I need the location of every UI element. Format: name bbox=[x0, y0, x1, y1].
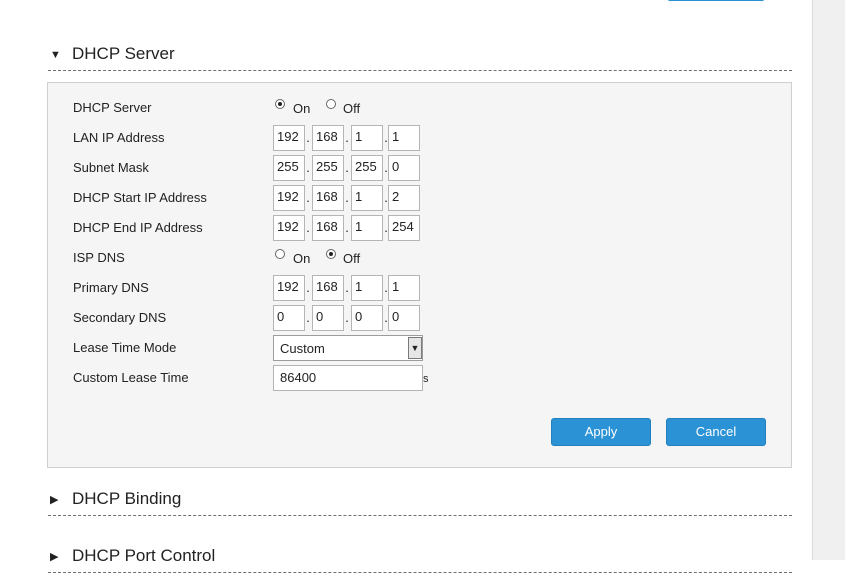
field-label: DHCP Start IP Address bbox=[73, 190, 207, 205]
secondary-dns-octet-1[interactable]: 0 bbox=[273, 305, 305, 331]
primary-dns-octet-3[interactable]: 1 bbox=[351, 275, 383, 301]
row-dhcp-server: DHCP Server On Off bbox=[48, 93, 791, 123]
ip-separator: . bbox=[306, 130, 310, 145]
isp-dns-off-radio[interactable] bbox=[326, 249, 336, 259]
dhcp-server-on-radio[interactable] bbox=[275, 99, 285, 109]
lan-ip-octet-1[interactable]: 192 bbox=[273, 125, 305, 151]
field-label: Subnet Mask bbox=[73, 160, 149, 175]
subnet-mask-octet-3[interactable]: 255 bbox=[351, 155, 383, 181]
lease-time-unit: s bbox=[423, 373, 429, 385]
secondary-dns-octet-3[interactable]: 0 bbox=[351, 305, 383, 331]
row-primary-dns: Primary DNS 192 . 168 . 1 . 1 bbox=[48, 273, 791, 303]
ip-separator: . bbox=[345, 220, 349, 235]
primary-dns-octet-2[interactable]: 168 bbox=[312, 275, 344, 301]
ip-separator: . bbox=[345, 130, 349, 145]
field-label: Lease Time Mode bbox=[73, 340, 177, 355]
row-dhcp-end-ip: DHCP End IP Address 192 . 168 . 1 . 254 bbox=[48, 213, 791, 243]
subnet-mask-octet-1[interactable]: 255 bbox=[273, 155, 305, 181]
radio-label-off: Off bbox=[343, 101, 361, 116]
ip-separator: . bbox=[306, 160, 310, 175]
isp-dns-on-radio[interactable] bbox=[275, 249, 285, 259]
apply-button[interactable]: Apply bbox=[551, 418, 651, 446]
lan-ip-octet-4[interactable]: 1 bbox=[388, 125, 420, 151]
end-ip-octet-2[interactable]: 168 bbox=[312, 215, 344, 241]
ip-separator: . bbox=[306, 220, 310, 235]
ip-separator: . bbox=[306, 310, 310, 325]
field-label: DHCP Server bbox=[73, 100, 152, 115]
top-action-button[interactable] bbox=[667, 0, 765, 1]
row-secondary-dns: Secondary DNS 0 . 0 . 0 . 0 bbox=[48, 303, 791, 333]
field-label: Primary DNS bbox=[73, 280, 149, 295]
section-title: DHCP Server bbox=[72, 44, 175, 63]
end-ip-octet-1[interactable]: 192 bbox=[273, 215, 305, 241]
ip-separator: . bbox=[345, 310, 349, 325]
secondary-dns-octet-2[interactable]: 0 bbox=[312, 305, 344, 331]
lan-ip-octet-3[interactable]: 1 bbox=[351, 125, 383, 151]
radio-label-on: On bbox=[293, 101, 311, 116]
start-ip-octet-4[interactable]: 2 bbox=[388, 185, 420, 211]
field-label: Custom Lease Time bbox=[73, 370, 189, 385]
row-lease-time-mode: Lease Time Mode Custom ▼ bbox=[48, 333, 791, 363]
secondary-dns-octet-4[interactable]: 0 bbox=[388, 305, 420, 331]
end-ip-octet-4[interactable]: 254 bbox=[388, 215, 420, 241]
field-label: LAN IP Address bbox=[73, 130, 165, 145]
row-dhcp-start-ip: DHCP Start IP Address 192 . 168 . 1 . 2 bbox=[48, 183, 791, 213]
ip-separator: . bbox=[345, 280, 349, 295]
dhcp-server-off-radio[interactable] bbox=[326, 99, 336, 109]
dhcp-server-panel: DHCP Server On Off LAN IP Address 192 . … bbox=[47, 82, 792, 468]
vertical-scrollbar[interactable] bbox=[812, 0, 845, 560]
row-lan-ip-address: LAN IP Address 192 . 168 . 1 . 1 bbox=[48, 123, 791, 153]
chevron-down-icon[interactable]: ▼ bbox=[408, 337, 422, 359]
primary-dns-octet-1[interactable]: 192 bbox=[273, 275, 305, 301]
start-ip-octet-3[interactable]: 1 bbox=[351, 185, 383, 211]
row-subnet-mask: Subnet Mask 255 . 255 . 255 . 0 bbox=[48, 153, 791, 183]
start-ip-octet-2[interactable]: 168 bbox=[312, 185, 344, 211]
custom-lease-time-input[interactable]: 86400 bbox=[273, 365, 423, 391]
field-label: DHCP End IP Address bbox=[73, 220, 203, 235]
start-ip-octet-1[interactable]: 192 bbox=[273, 185, 305, 211]
section-header-dhcp-port-control[interactable]: ▶ DHCP Port Control bbox=[48, 542, 792, 573]
ip-separator: . bbox=[306, 190, 310, 205]
triangle-right-icon: ▶ bbox=[50, 551, 59, 563]
subnet-mask-octet-2[interactable]: 255 bbox=[312, 155, 344, 181]
section-header-dhcp-binding[interactable]: ▶ DHCP Binding bbox=[48, 485, 792, 516]
section-title: DHCP Binding bbox=[72, 489, 182, 508]
subnet-mask-octet-4[interactable]: 0 bbox=[388, 155, 420, 181]
select-value: Custom bbox=[280, 341, 325, 356]
row-custom-lease-time: Custom Lease Time 86400 s bbox=[48, 363, 791, 393]
lease-time-mode-select[interactable]: Custom ▼ bbox=[273, 335, 423, 361]
triangle-right-icon: ▶ bbox=[50, 494, 59, 506]
ip-separator: . bbox=[345, 190, 349, 205]
end-ip-octet-3[interactable]: 1 bbox=[351, 215, 383, 241]
lan-ip-octet-2[interactable]: 168 bbox=[312, 125, 344, 151]
row-isp-dns: ISP DNS On Off bbox=[48, 243, 791, 273]
section-header-dhcp-server[interactable]: ▼ DHCP Server bbox=[48, 40, 792, 71]
ip-separator: . bbox=[345, 160, 349, 175]
radio-label-off: Off bbox=[343, 251, 361, 266]
section-title: DHCP Port Control bbox=[72, 546, 216, 565]
field-label: ISP DNS bbox=[73, 250, 125, 265]
triangle-down-icon: ▼ bbox=[50, 49, 61, 61]
field-label: Secondary DNS bbox=[73, 310, 167, 325]
primary-dns-octet-4[interactable]: 1 bbox=[388, 275, 420, 301]
radio-label-on: On bbox=[293, 251, 311, 266]
ip-separator: . bbox=[306, 280, 310, 295]
cancel-button[interactable]: Cancel bbox=[666, 418, 766, 446]
